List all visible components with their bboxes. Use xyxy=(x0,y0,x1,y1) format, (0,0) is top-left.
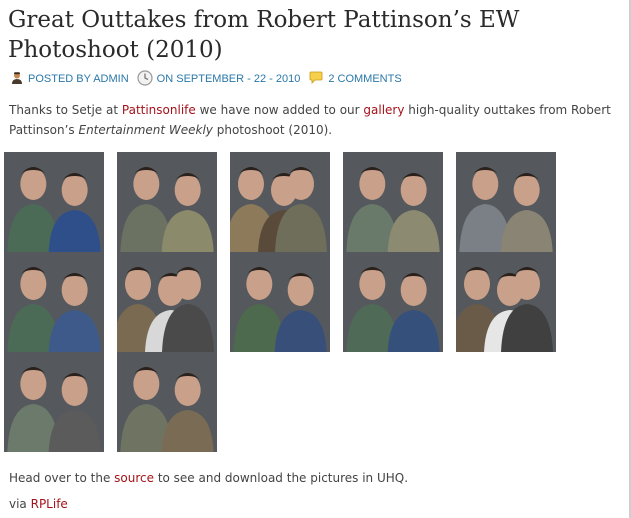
gallery-thumbnail-9[interactable] xyxy=(343,252,443,352)
post-meta: POSTED BY ADMIN ON SEPTEMBER - 22 - 2010… xyxy=(10,69,402,89)
author-link[interactable]: POSTED BY ADMIN xyxy=(28,73,129,85)
intro-paragraph: Thanks to Setje at Pattinsonlife we have… xyxy=(9,100,619,140)
gallery-link[interactable]: gallery xyxy=(363,103,404,117)
photo-gallery xyxy=(4,152,564,454)
photo-image xyxy=(230,252,330,352)
outro-text-1: Head over to the xyxy=(9,471,115,485)
clock-icon xyxy=(137,69,153,89)
intro-text-1: Thanks to Setje at xyxy=(9,103,122,117)
gallery-thumbnail-7[interactable] xyxy=(117,252,217,352)
gallery-thumbnail-1[interactable] xyxy=(4,152,104,252)
gallery-thumbnail-10[interactable] xyxy=(456,252,556,352)
via-line: via RPLife xyxy=(9,494,619,514)
source-link[interactable]: source xyxy=(114,471,154,485)
photo-image xyxy=(4,152,104,252)
photo-image xyxy=(456,152,556,252)
photo-image xyxy=(456,252,556,352)
gallery-thumbnail-2[interactable] xyxy=(117,152,217,252)
photo-image xyxy=(230,152,330,252)
gallery-thumbnail-12[interactable] xyxy=(117,352,217,452)
comments-link[interactable]: 2 COMMENTS xyxy=(328,73,401,85)
photo-image xyxy=(117,252,217,352)
post-title[interactable]: Great Outtakes from Robert Pattinson’s E… xyxy=(8,5,620,65)
outro-paragraph: Head over to the source to see and downl… xyxy=(9,468,619,488)
post-date: SEPTEMBER - 22 - 2010 xyxy=(176,73,301,85)
intro-text-4: photoshoot (2010). xyxy=(212,123,333,137)
gallery-thumbnail-5[interactable] xyxy=(456,152,556,252)
user-icon xyxy=(10,71,24,88)
photo-image xyxy=(117,352,217,452)
rplife-link[interactable]: RPLife xyxy=(31,497,68,511)
outro-text-2: to see and download the pictures in UHQ. xyxy=(154,471,409,485)
author-prefix: POSTED BY xyxy=(28,73,94,85)
magazine-name: Entertainment Weekly xyxy=(78,123,213,137)
photo-image xyxy=(117,152,217,252)
photo-image xyxy=(4,252,104,352)
via-text: via xyxy=(9,497,31,511)
date-link[interactable]: ON SEPTEMBER - 22 - 2010 xyxy=(157,73,301,85)
gallery-thumbnail-11[interactable] xyxy=(4,352,104,452)
gallery-thumbnail-6[interactable] xyxy=(4,252,104,352)
photo-image xyxy=(343,252,443,352)
intro-text-2: we have now added to our xyxy=(195,103,364,117)
date-prefix: ON xyxy=(156,73,177,85)
gallery-thumbnail-8[interactable] xyxy=(230,252,330,352)
gallery-thumbnail-3[interactable] xyxy=(230,152,330,252)
comment-bubble-icon xyxy=(308,71,324,88)
gallery-thumbnail-4[interactable] xyxy=(343,152,443,252)
photo-image xyxy=(4,352,104,452)
photo-image xyxy=(343,152,443,252)
author-name: ADMIN xyxy=(93,73,129,85)
pattinsonlife-link[interactable]: Pattinsonlife xyxy=(122,103,196,117)
